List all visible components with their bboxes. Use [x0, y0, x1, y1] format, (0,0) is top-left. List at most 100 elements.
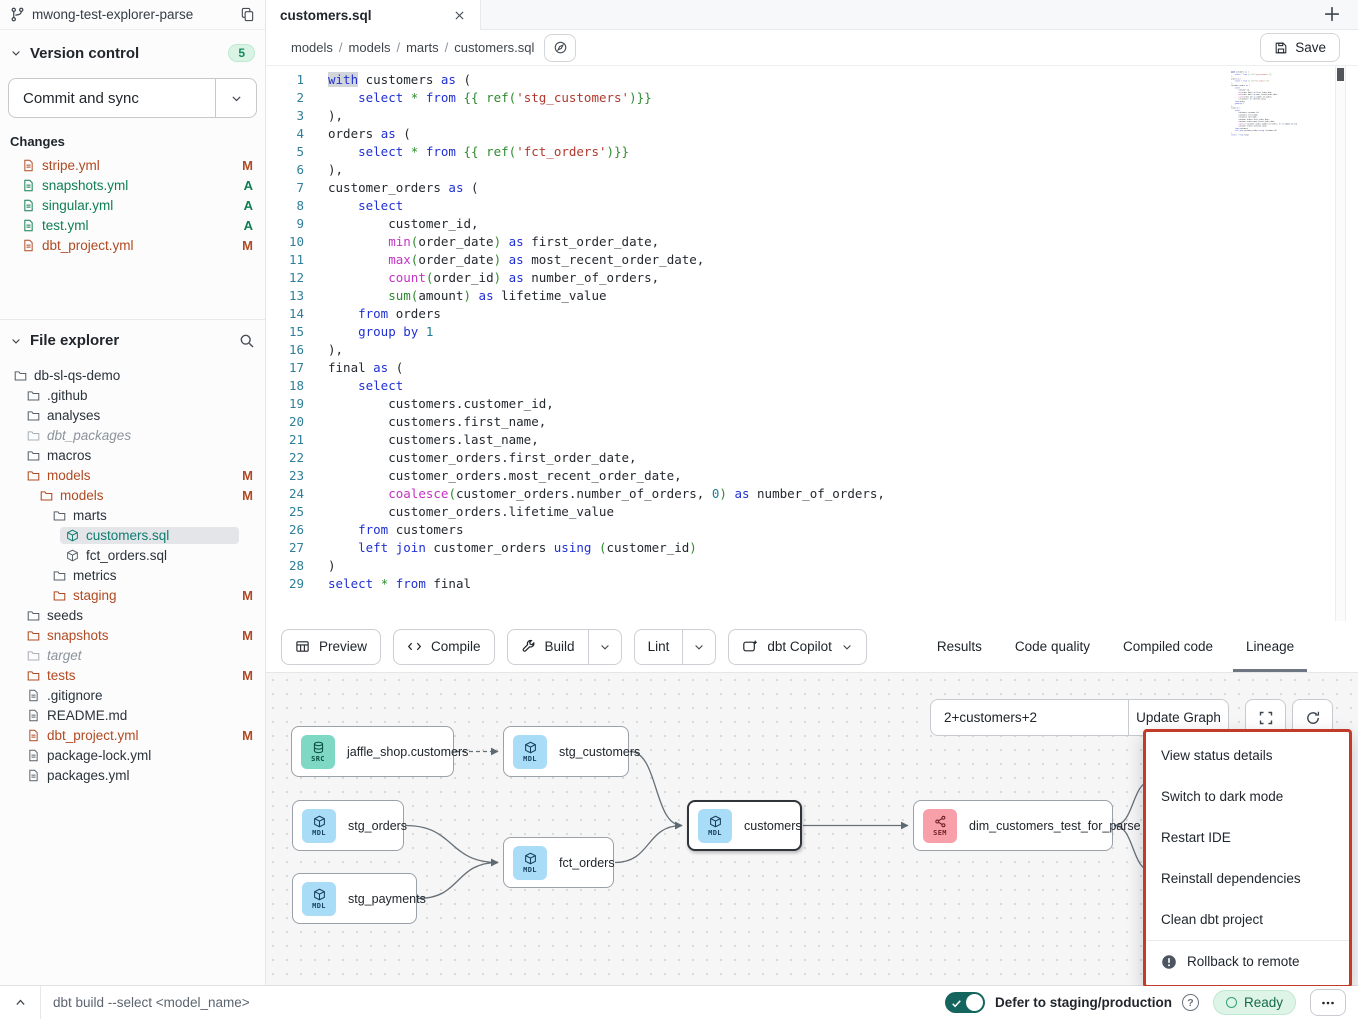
- preview-button[interactable]: Preview: [281, 629, 381, 665]
- lineage-selector-input[interactable]: 2+customers+2: [931, 700, 1129, 735]
- tab-customers-sql[interactable]: customers.sql: [266, 0, 481, 30]
- tree-item-customers.sql[interactable]: customers.sql: [0, 525, 265, 545]
- tree-item-seeds[interactable]: seeds: [0, 605, 265, 625]
- tree-item-target[interactable]: target: [0, 645, 265, 665]
- tab-lineage[interactable]: Lineage: [1233, 621, 1307, 672]
- src-badge: SRC: [301, 735, 335, 769]
- tree-item-inner: staging: [47, 587, 239, 604]
- tree-item-dbt_project.yml[interactable]: dbt_project.ymlM: [0, 725, 265, 745]
- breadcrumb-separator: /: [445, 40, 449, 55]
- tree-item-models[interactable]: modelsM: [0, 485, 265, 505]
- code-editor[interactable]: 1234567891011121314151617181920212223242…: [266, 65, 1358, 621]
- change-item-stripe.yml[interactable]: stripe.ymlM: [0, 155, 265, 175]
- status-badge[interactable]: Ready: [1213, 990, 1296, 1015]
- file-icon: [27, 749, 40, 762]
- file-icon: [22, 239, 35, 252]
- lint-label: Lint: [648, 639, 670, 654]
- tree-item-package-lock.yml[interactable]: package-lock.yml: [0, 745, 265, 765]
- tree-item-tests[interactable]: testsM: [0, 665, 265, 685]
- lint-options-caret[interactable]: [682, 630, 715, 664]
- breadcrumb-customers.sql[interactable]: customers.sql: [454, 40, 534, 55]
- tree-item-inner: .gitignore: [21, 687, 239, 704]
- lineage-node-customers[interactable]: MDLcustomers: [687, 800, 802, 851]
- tree-item-label: seeds: [47, 608, 83, 623]
- editor-scrollbar[interactable]: [1335, 66, 1346, 621]
- tree-item-fct_orders.sql[interactable]: fct_orders.sql: [0, 545, 265, 565]
- expand-command-bar-button[interactable]: [0, 986, 40, 1019]
- copilot-icon: [742, 639, 758, 655]
- breadcrumb-models[interactable]: models: [349, 40, 391, 55]
- tree-item-inner: dbt_project.yml: [21, 727, 239, 744]
- save-button[interactable]: Save: [1260, 33, 1340, 62]
- minimap[interactable]: with customers as ( select * from {{ ref…: [1231, 71, 1297, 141]
- menu-item-view-status-details[interactable]: View status details: [1146, 735, 1349, 776]
- defer-toggle[interactable]: [945, 992, 985, 1013]
- lineage-node-stg_payments[interactable]: MDLstg_payments: [292, 873, 417, 924]
- version-control-header[interactable]: Version control 5: [0, 30, 265, 70]
- tree-item-label: packages.yml: [47, 768, 130, 783]
- lineage-node-stg_customers[interactable]: MDLstg_customers: [503, 726, 629, 777]
- dbt-copilot-button[interactable]: dbt Copilot: [728, 629, 867, 665]
- command-input[interactable]: dbt build --select <model_name>: [40, 986, 945, 1019]
- tab-compiled-code[interactable]: Compiled code: [1110, 621, 1226, 672]
- new-tab-button[interactable]: [1322, 4, 1342, 24]
- menu-item-clean-dbt-project[interactable]: Clean dbt project: [1146, 899, 1349, 940]
- folder-icon: [14, 369, 27, 382]
- menu-item-switch-to-dark-mode[interactable]: Switch to dark mode: [1146, 776, 1349, 817]
- tree-item-metrics[interactable]: metrics: [0, 565, 265, 585]
- tree-item-.github[interactable]: .github: [0, 385, 265, 405]
- tree-item-label: dbt_packages: [47, 428, 131, 443]
- compile-button[interactable]: Compile: [393, 629, 495, 665]
- breadcrumb-separator: /: [396, 40, 400, 55]
- tree-item-db-sl-qs-demo[interactable]: db-sl-qs-demo: [0, 365, 265, 385]
- close-icon[interactable]: [453, 9, 466, 22]
- tree-item-macros[interactable]: macros: [0, 445, 265, 465]
- branch-row[interactable]: mwong-test-explorer-parse: [0, 0, 265, 30]
- file-search-button[interactable]: [239, 333, 255, 349]
- menu-item-rollback-to-remote[interactable]: Rollback to remote: [1146, 941, 1349, 982]
- tree-item-analyses[interactable]: analyses: [0, 405, 265, 425]
- breadcrumb-marts[interactable]: marts: [406, 40, 439, 55]
- tree-item-staging[interactable]: stagingM: [0, 585, 265, 605]
- file-explorer-header[interactable]: File explorer: [0, 320, 265, 357]
- tree-item-.gitignore[interactable]: .gitignore: [0, 685, 265, 705]
- change-item-test.yml[interactable]: test.ymlA: [0, 215, 265, 235]
- change-item-singular.yml[interactable]: singular.ymlA: [0, 195, 265, 215]
- lineage-node-stg_orders[interactable]: MDLstg_orders: [292, 800, 404, 851]
- lineage-node-fct_orders[interactable]: MDLfct_orders: [503, 837, 614, 888]
- tree-item-models[interactable]: modelsM: [0, 465, 265, 485]
- scrollbar-thumb[interactable]: [1337, 68, 1344, 81]
- more-options-button[interactable]: [1310, 989, 1346, 1016]
- lineage-node-jaffle_shop_customers[interactable]: SRCjaffle_shop.customers: [291, 726, 454, 777]
- copy-icon[interactable]: [240, 7, 255, 22]
- tree-item-status: M: [242, 628, 253, 643]
- tree-item-dbt_packages[interactable]: dbt_packages: [0, 425, 265, 445]
- change-item-dbt_project.yml[interactable]: dbt_project.ymlM: [0, 235, 265, 255]
- build-options-caret[interactable]: [588, 630, 621, 664]
- commit-and-sync-button[interactable]: Commit and sync: [8, 78, 257, 118]
- lineage-node-dim_customers_test_for_parse[interactable]: SEMdim_customers_test_for_parse: [913, 800, 1113, 851]
- commit-options-caret[interactable]: [215, 79, 256, 117]
- change-item-snapshots.yml[interactable]: snapshots.ymlA: [0, 175, 265, 195]
- menu-item-restart-ide[interactable]: Restart IDE: [1146, 817, 1349, 858]
- tab-code-quality[interactable]: Code quality: [1002, 621, 1103, 672]
- chevron-down-icon: [599, 641, 611, 653]
- open-docs-button[interactable]: [544, 34, 576, 62]
- help-icon[interactable]: ?: [1182, 994, 1199, 1011]
- tab-results[interactable]: Results: [924, 621, 995, 672]
- node-label: jaffle_shop.customers: [347, 745, 468, 759]
- tree-item-packages.yml[interactable]: packages.yml: [0, 765, 265, 785]
- tree-item-marts[interactable]: marts: [0, 505, 265, 525]
- search-icon: [239, 333, 255, 349]
- tree-item-inner: analyses: [21, 407, 239, 424]
- lineage-panel[interactable]: 2+customers+2 Update Graph View status d…: [266, 673, 1358, 986]
- lint-button[interactable]: Lint: [635, 630, 683, 664]
- model-cube-icon: [313, 815, 326, 828]
- tree-item-README.md[interactable]: README.md: [0, 705, 265, 725]
- tree-item-inner: metrics: [47, 567, 239, 584]
- chevron-up-icon: [14, 996, 27, 1009]
- build-button[interactable]: Build: [508, 630, 588, 664]
- tree-item-snapshots[interactable]: snapshotsM: [0, 625, 265, 645]
- breadcrumb-models[interactable]: models: [291, 40, 333, 55]
- menu-item-reinstall-dependencies[interactable]: Reinstall dependencies: [1146, 858, 1349, 899]
